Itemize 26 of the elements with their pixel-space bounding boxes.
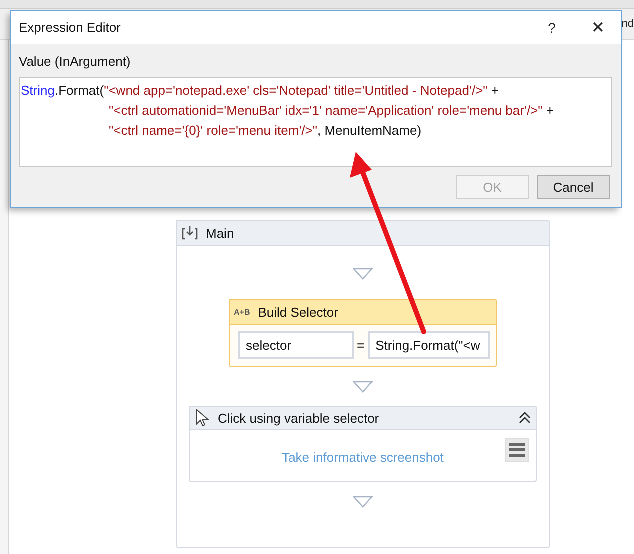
collapse-icon[interactable] bbox=[518, 411, 532, 425]
target-field[interactable]: selector bbox=[238, 331, 354, 359]
value-field[interactable]: String.Format("<w bbox=[368, 331, 490, 359]
expression-field[interactable] bbox=[19, 77, 612, 167]
code-line: "<ctrl name='{0}' role='menu item'/>", MenuItemName) bbox=[108, 122, 423, 140]
menu-button[interactable] bbox=[505, 438, 529, 462]
drop-arrow-icon bbox=[353, 381, 373, 393]
activity-title: Build Selector bbox=[258, 304, 338, 320]
click-activity[interactable]: Click using variable selector Take informative screenshot bbox=[189, 406, 537, 482]
code-line: "<ctrl automationid='MenuBar' idx='1' name='Application' role='menu bar'/>" + bbox=[108, 102, 555, 120]
cursor-icon bbox=[196, 409, 210, 427]
help-button[interactable]: ? bbox=[529, 11, 575, 44]
assign-activity[interactable]: A+B Build Selector selector = String.Format("<w bbox=[229, 299, 497, 367]
equals-sign: = bbox=[357, 338, 365, 352]
sequence-title: Main bbox=[206, 226, 234, 240]
dialog-button[interactable]: Cancel bbox=[537, 175, 610, 199]
dialog-title: Expression Editor bbox=[19, 20, 122, 35]
drop-arrow-icon bbox=[353, 496, 373, 508]
code-line: String.Format("<wnd app='notepad.exe' cls='Notepad' title='Untitled - Notepad'/>" + bbox=[21, 82, 500, 100]
assign-icon: A+B bbox=[234, 308, 250, 316]
tab-label[interactable]: nd bbox=[622, 18, 634, 39]
drop-arrow-icon bbox=[353, 268, 373, 280]
sequence-icon bbox=[182, 225, 198, 241]
field-label: Value (InArgument) bbox=[19, 54, 132, 69]
activity-title: Click using variable selector bbox=[218, 410, 380, 426]
close-button[interactable]: ✕ bbox=[575, 11, 621, 44]
